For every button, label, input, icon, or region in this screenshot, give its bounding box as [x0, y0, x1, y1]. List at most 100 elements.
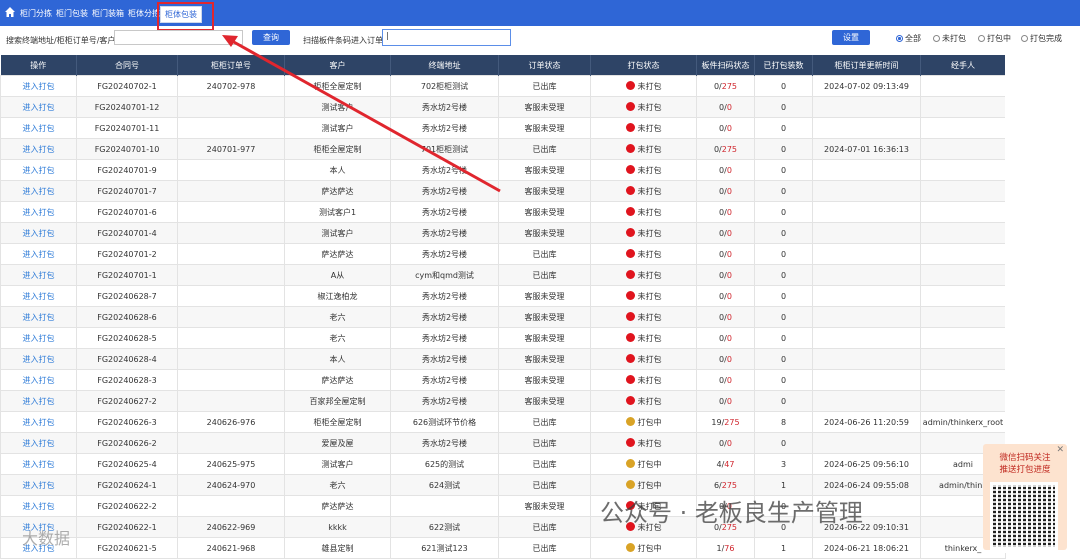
nav-tab-cabinet-sorting[interactable]: 柜体分拣	[128, 7, 160, 20]
cell-packed: 0	[754, 138, 813, 160]
enter-packing-link[interactable]: 进入打包	[0, 432, 77, 454]
cell-updated	[812, 285, 921, 307]
enter-packing-link[interactable]: 进入打包	[0, 222, 77, 244]
cell-updated: 2024-07-01 16:36:13	[812, 138, 921, 160]
filter-packed-radio[interactable]: 打包完成	[1021, 33, 1062, 44]
cell-order-status: 已出库	[498, 411, 591, 433]
table-row[interactable]: 进入打包 FG20240701-11 测试客户 秀水坊2号楼 客服未受理 未打包 0/0 0	[0, 117, 1006, 139]
table-row[interactable]: 进入打包 FG20240701-6 测试客户1 秀水坊2号楼 客服未受理 未打包 0/0 0	[0, 201, 1006, 223]
table-row[interactable]: 进入打包 FG20240628-5 老六 秀水坊2号楼 客服未受理 未打包 0/0 0	[0, 327, 1006, 349]
table-row[interactable]: 进入打包 FG20240628-3 萨达萨达 秀水坊2号楼 客服未受理 未打包 0/0 0	[0, 369, 1006, 391]
table-row[interactable]: 进入打包 FG20240626-2 爱屋及屋 秀水坊2号楼 已出库 未打包 0/0 0	[0, 432, 1006, 454]
cell-address: 秀水坊2号楼	[390, 306, 499, 328]
enter-packing-link[interactable]: 进入打包	[0, 243, 77, 265]
cell-contract: FG20240628-5	[76, 327, 178, 349]
enter-packing-link[interactable]: 进入打包	[0, 75, 77, 97]
home-icon[interactable]	[4, 6, 16, 18]
total-count: 0	[726, 165, 732, 175]
scan-barcode-input[interactable]: |	[382, 29, 511, 46]
status-dot-icon	[625, 332, 635, 342]
enter-packing-link[interactable]: 进入打包	[0, 159, 77, 181]
cell-contract: FG20240701-12	[76, 96, 178, 118]
cell-pack-status: 未打包	[590, 432, 697, 454]
table-row[interactable]: 进入打包 FG20240701-10 240701-977 柜柜全屋定制 701柜柜测试…	[0, 138, 1006, 160]
filter-unpacked-radio[interactable]: 未打包	[933, 33, 966, 44]
enter-packing-link[interactable]: 进入打包	[0, 306, 77, 328]
enter-packing-link[interactable]: 进入打包	[0, 453, 77, 475]
enter-packing-link[interactable]: 进入打包	[0, 264, 77, 286]
column-header[interactable]: 已打包装数	[754, 55, 813, 76]
settings-button[interactable]: 设置	[832, 30, 870, 45]
nav-tab-door-boxing[interactable]: 柜门装箱	[92, 7, 124, 20]
filter-packing-radio[interactable]: 打包中	[978, 33, 1011, 44]
nav-tab-door-packing[interactable]: 柜门包装	[56, 7, 88, 20]
cell-contract: FG20240701-1	[76, 264, 178, 286]
pack-status-text: 未打包	[637, 438, 662, 448]
enter-packing-link[interactable]: 进入打包	[0, 390, 77, 412]
nav-tab-door-sorting[interactable]: 柜门分拣	[20, 7, 52, 20]
enter-packing-link[interactable]: 进入打包	[0, 285, 77, 307]
cell-contract: FG20240628-4	[76, 348, 178, 370]
enter-packing-link[interactable]: 进入打包	[0, 117, 77, 139]
cell-updated	[812, 159, 921, 181]
enter-packing-link[interactable]: 进入打包	[0, 201, 77, 223]
enter-packing-link[interactable]: 进入打包	[0, 474, 77, 496]
column-header[interactable]: 柜柜订单号	[177, 55, 285, 76]
table-row[interactable]: 进入打包 FG20240701-2 萨达萨达 秀水坊2号楼 已出库 未打包 0/0 0	[0, 243, 1006, 265]
close-icon[interactable]: ✕	[1056, 445, 1064, 455]
cell-packed: 0	[754, 96, 813, 118]
enter-packing-link[interactable]: 进入打包	[0, 96, 77, 118]
table-row[interactable]: 进入打包 FG20240701-12 测试客户 秀水坊2号楼 客服未受理 未打包 0/0 0	[0, 96, 1006, 118]
column-header[interactable]: 终端地址	[390, 55, 499, 76]
scan-label: 扫描板件条码进入订单	[303, 36, 383, 45]
table-row[interactable]: 进入打包 FG20240621-5 240621-968 雄县定制 621测试123 已出…	[0, 537, 1006, 559]
enter-packing-link[interactable]: 进入打包	[0, 495, 77, 517]
table-row[interactable]: 进入打包 FG20240701-1 A从 cym和qmd测试 已出库 未打包 0/0 0	[0, 264, 1006, 286]
orders-table: 操作 合同号 柜柜订单号 客户 终端地址 订单状态 打包状态 板件扫码状态 已打…	[0, 55, 1006, 559]
cell-address	[390, 495, 499, 517]
status-dot-icon	[625, 458, 635, 468]
query-button[interactable]: 查询	[252, 30, 290, 45]
column-header[interactable]: 柜柜订单更新时间	[812, 55, 921, 76]
column-header[interactable]: 客户	[284, 55, 391, 76]
cell-updated: 2024-06-25 09:56:10	[812, 453, 921, 475]
cell-scan-status: 1/76	[696, 537, 755, 559]
cell-order-no	[177, 159, 285, 181]
column-header[interactable]: 打包状态	[590, 55, 697, 76]
enter-packing-link[interactable]: 进入打包	[0, 327, 77, 349]
cell-address: 秀水坊2号楼	[390, 201, 499, 223]
table-row[interactable]: 进入打包 FG20240626-3 240626-976 柜柜全屋定制 626测试环节价…	[0, 411, 1006, 433]
filter-all-radio[interactable]: 全部	[896, 33, 921, 44]
popup-title-line2: 推送打包进度	[999, 465, 1051, 475]
status-dot-icon	[625, 395, 635, 405]
table-row[interactable]: 进入打包 FG20240628-4 本人 秀水坊2号楼 客服未受理 未打包 0/0 0	[0, 348, 1006, 370]
cell-customer: 测试客户	[284, 453, 391, 475]
total-count: 0	[726, 207, 732, 217]
table-row[interactable]: 进入打包 FG20240628-7 椒江逸柏龙 秀水坊2号楼 客服未受理 未打包 0/0 0	[0, 285, 1006, 307]
table-row[interactable]: 进入打包 FG20240702-1 240702-978 柜柜全屋定制 702柜柜测试已…	[0, 75, 1006, 97]
column-header[interactable]: 订单状态	[498, 55, 591, 76]
enter-packing-link[interactable]: 进入打包	[0, 411, 77, 433]
table-row[interactable]: 进入打包 FG20240628-6 老六 秀水坊2号楼 客服未受理 未打包 0/0 0	[0, 306, 1006, 328]
column-header[interactable]: 板件扫码状态	[696, 55, 755, 76]
column-header[interactable]: 经手人	[920, 55, 1006, 76]
column-header[interactable]: 操作	[0, 55, 77, 76]
table-row[interactable]: 进入打包 FG20240627-2 百家邦全屋定制 秀水坊2号楼 客服未受理 未打包 0/0…	[0, 390, 1006, 412]
cell-packed: 0	[754, 390, 813, 412]
table-row[interactable]: 进入打包 FG20240625-4 240625-975 测试客户 625的测试 已出库 打…	[0, 453, 1006, 475]
enter-packing-link[interactable]: 进入打包	[0, 369, 77, 391]
cell-pack-status: 未打包	[590, 75, 697, 97]
enter-packing-link[interactable]: 进入打包	[0, 180, 77, 202]
cell-packed: 1	[754, 537, 813, 559]
cell-customer: 萨达萨达	[284, 369, 391, 391]
enter-packing-link[interactable]: 进入打包	[0, 138, 77, 160]
column-header[interactable]: 合同号	[76, 55, 178, 76]
cell-order-no	[177, 201, 285, 223]
total-count: 0	[726, 396, 732, 406]
search-input[interactable]	[114, 30, 243, 45]
cell-address: 秀水坊2号楼	[390, 159, 499, 181]
table-row[interactable]: 进入打包 FG20240701-9 本人 秀水坊2号楼 客服未受理 未打包 0/0 0	[0, 159, 1006, 181]
enter-packing-link[interactable]: 进入打包	[0, 348, 77, 370]
table-row[interactable]: 进入打包 FG20240701-4 测试客户 秀水坊2号楼 客服未受理 未打包 0/0 0	[0, 222, 1006, 244]
table-row[interactable]: 进入打包 FG20240701-7 萨达萨达 秀水坊2号楼 客服未受理 未打包 0/0 0	[0, 180, 1006, 202]
